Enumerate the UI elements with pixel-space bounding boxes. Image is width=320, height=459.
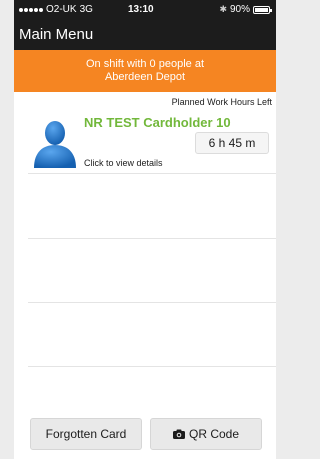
hours-left-value: 6 h 45 m [195,132,269,154]
qr-code-label: QR Code [188,427,240,441]
nav-bar: Main Menu [14,20,276,50]
forgotten-card-button[interactable]: Forgotten Card [30,418,142,450]
bluetooth-icon: ✱ [219,4,227,14]
page-title: Main Menu [19,26,94,43]
shift-banner-line2: Aberdeen Depot [104,71,186,83]
hours-left-header: Planned Work Hours Left [171,97,272,107]
qr-code-button[interactable]: QR Code [150,418,262,450]
avatar-icon [34,121,76,168]
list-divider [28,173,276,174]
carrier-group: O2-UK 3G [19,4,93,15]
view-details-link[interactable]: Click to view details [84,158,163,168]
forgotten-card-label: Forgotten Card [45,427,127,441]
status-bar: O2-UK 3G 13:10 ✱ 90% [14,0,276,20]
signal-strength-icon [19,7,43,12]
list-divider [28,302,276,303]
status-time: 13:10 [128,4,154,15]
battery-group: ✱ 90% [219,4,272,15]
cardholder-name: NR TEST Cardholder 10 [84,115,231,130]
list-divider [28,366,276,367]
battery-icon [253,5,272,14]
app-screen: O2-UK 3G 13:10 ✱ 90% Main Menu On shift … [14,0,276,459]
shift-banner: On shift with 0 people at Aberdeen Depot [14,50,276,92]
network-type: 3G [79,4,93,15]
camera-icon [172,429,185,439]
carrier-name: O2-UK [46,4,77,15]
shift-banner-line1: On shift with 0 people at [85,58,204,70]
battery-percent: 90% [229,4,250,15]
list-divider [28,238,276,239]
